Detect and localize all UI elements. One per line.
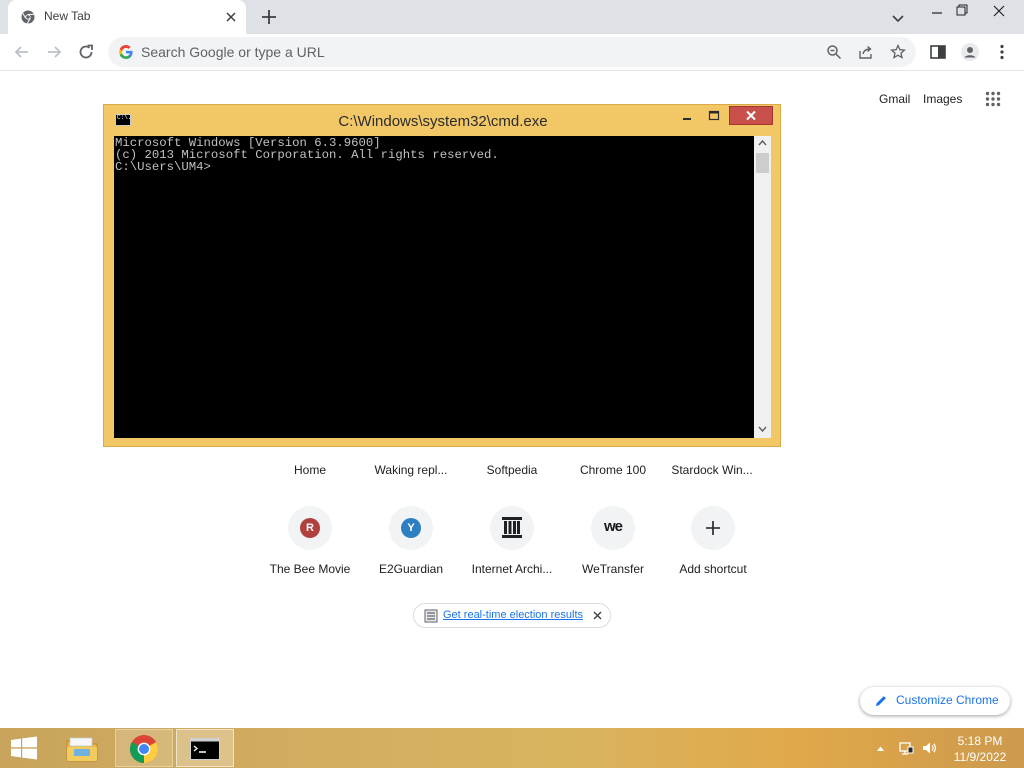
plus-icon	[706, 521, 720, 535]
windows-start-icon[interactable]	[9, 736, 39, 760]
shortcut-icon-circle	[490, 506, 534, 550]
tab-strip: New Tab	[0, 0, 1024, 34]
scroll-up-arrow-icon[interactable]	[758, 139, 767, 147]
cmd-window[interactable]: C:\. C:\Windows\system32\cmd.exe Microso…	[103, 104, 781, 447]
command-prompt-icon	[190, 738, 220, 760]
shortcut-label-home[interactable]: Home	[262, 463, 358, 477]
archive-icon	[502, 517, 522, 538]
network-icon[interactable]	[898, 740, 914, 756]
close-tab-icon[interactable]	[222, 8, 240, 26]
console-text: Microsoft Windows [Version 6.3.9600] (c)…	[115, 137, 499, 173]
dismiss-promo-icon[interactable]	[591, 609, 604, 622]
window-restore-icon[interactable]	[953, 2, 971, 18]
gmail-link[interactable]: Gmail	[879, 92, 910, 106]
omnibox[interactable]	[108, 37, 916, 67]
cmd-vertical-scrollbar[interactable]	[754, 136, 771, 438]
show-hidden-icons-chevron-icon[interactable]	[876, 745, 885, 752]
shortcut-label: The Bee Movie	[269, 562, 351, 576]
window-close-icon[interactable]	[989, 2, 1009, 20]
customize-chrome-button[interactable]: Customize Chrome	[860, 687, 1010, 715]
ballot-box-icon	[424, 609, 438, 623]
clock-date[interactable]: 11/9/2022	[940, 750, 1020, 764]
shortcut-tile-e2guardian[interactable]: Y E2Guardian	[363, 506, 459, 596]
shortcut-label-stardock[interactable]: Stardock Win...	[664, 463, 760, 477]
shortcut-label-chrome-100[interactable]: Chrome 100	[565, 463, 661, 477]
chrome-logo-icon	[130, 735, 158, 763]
scroll-down-arrow-icon[interactable]	[758, 425, 767, 433]
close-x-icon	[746, 110, 756, 121]
tab-search-chevron-icon[interactable]	[889, 9, 907, 27]
customize-chrome-label: Customize Chrome	[896, 693, 999, 707]
volume-icon[interactable]	[921, 740, 937, 756]
folder-icon	[66, 737, 98, 762]
clock-time[interactable]: 5:18 PM	[940, 734, 1020, 748]
reload-icon[interactable]	[76, 42, 96, 62]
election-promo-link[interactable]: Get real-time election results	[443, 609, 583, 621]
google-g-icon	[119, 45, 133, 59]
tab-title: New Tab	[44, 9, 91, 23]
shortcut-tile-internet-archive[interactable]: Internet Archi...	[464, 506, 560, 596]
add-shortcut-tile[interactable]: Add shortcut	[665, 506, 761, 596]
cmd-close-button[interactable]	[729, 106, 773, 125]
shortcut-tile-wetransfer[interactable]: we WeTransfer	[565, 506, 661, 596]
shortcut-initial-icon: R	[300, 518, 320, 538]
forward-arrow-icon[interactable]	[44, 42, 64, 62]
console-prompt: C:\Users\UM4>	[115, 160, 211, 174]
chrome-menu-icon[interactable]	[992, 42, 1012, 62]
taskbar-file-explorer[interactable]	[53, 729, 111, 767]
images-link[interactable]: Images	[923, 92, 962, 106]
back-arrow-icon[interactable]	[12, 42, 32, 62]
scrollbar-thumb[interactable]	[756, 153, 769, 173]
election-promo: Get real-time election results	[413, 603, 611, 628]
window-minimize-icon[interactable]	[927, 4, 947, 20]
shortcut-label: Add shortcut	[679, 562, 747, 576]
taskbar-cmd[interactable]	[176, 729, 234, 767]
search-input[interactable]	[141, 37, 801, 67]
shortcut-icon-circle	[691, 506, 735, 550]
bookmark-star-icon[interactable]	[890, 44, 906, 60]
share-icon[interactable]	[858, 44, 874, 60]
new-tab-plus-icon[interactable]	[259, 7, 279, 27]
wetransfer-icon: we	[603, 518, 623, 535]
cmd-minimize-icon[interactable]	[675, 107, 699, 125]
zoom-icon[interactable]	[826, 44, 842, 60]
shortcut-label: Internet Archi...	[471, 562, 553, 576]
google-apps-grid-icon[interactable]	[985, 91, 1001, 107]
cmd-maximize-icon[interactable]	[702, 107, 726, 125]
shortcut-label: WeTransfer	[581, 562, 644, 576]
shortcut-label-waking[interactable]: Waking repl...	[363, 463, 459, 477]
tab-new-tab[interactable]: New Tab	[8, 0, 246, 34]
shortcut-tile-bee-movie[interactable]: R The Bee Movie	[262, 506, 358, 596]
shortcut-icon-circle: Y	[389, 506, 433, 550]
taskbar: 5:18 PM 11/9/2022	[0, 728, 1024, 768]
console-output[interactable]: Microsoft Windows [Version 6.3.9600] (c)…	[114, 136, 754, 438]
shortcut-initial-icon: Y	[401, 518, 421, 538]
shortcut-icon-circle: R	[288, 506, 332, 550]
chrome-favicon-icon	[21, 10, 35, 24]
browser-toolbar	[0, 34, 1024, 71]
side-panel-icon[interactable]	[928, 42, 948, 62]
pencil-icon	[876, 696, 886, 706]
shortcut-icon-circle: we	[591, 506, 635, 550]
shortcut-label-softpedia[interactable]: Softpedia	[464, 463, 560, 477]
shortcut-label: E2Guardian	[378, 562, 444, 576]
taskbar-chrome[interactable]	[115, 729, 173, 767]
profile-avatar-icon[interactable]	[960, 42, 980, 62]
